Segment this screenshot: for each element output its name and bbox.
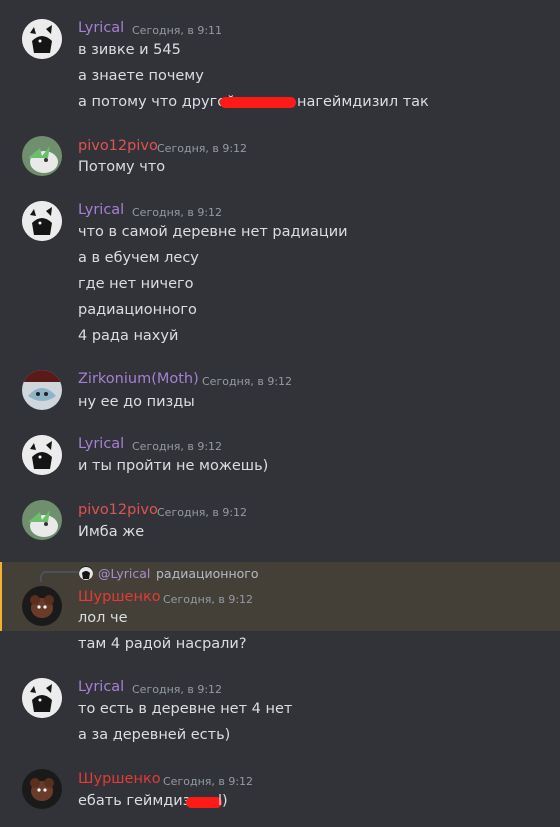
message-text: в зивке и 545: [78, 42, 181, 58]
message-text: а в ебучем лесу: [78, 250, 199, 266]
message-text: 4 рада нахуй: [78, 328, 179, 344]
author-name[interactable]: Lyrical: [78, 20, 124, 36]
timestamp: Сегодня, в 9:12: [132, 440, 223, 453]
author-name[interactable]: Lyrical: [78, 679, 124, 695]
author-name[interactable]: Шуршенко: [78, 589, 161, 605]
message-text: l): [218, 793, 228, 809]
message-text: а знаете почему: [78, 68, 204, 84]
message-text: ну ее до пизды: [78, 394, 195, 410]
reply-preview-text[interactable]: радиационного: [156, 566, 259, 581]
shurshenko-avatar[interactable]: [22, 586, 62, 626]
author-name[interactable]: Lyrical: [78, 436, 124, 452]
author-name[interactable]: Zirkonium(Moth): [78, 371, 199, 387]
timestamp: Сегодня, в 9:12: [132, 683, 223, 696]
redaction-mark: [186, 797, 222, 808]
message-text: что в самой деревне нет радиации: [78, 224, 348, 240]
message-text: лол че: [78, 610, 128, 626]
timestamp: Сегодня, в 9:11: [132, 24, 223, 37]
shurshenko-avatar[interactable]: [22, 769, 62, 809]
reply-avatar-icon: [79, 566, 93, 580]
message-text: там 4 радой насрали?: [78, 636, 247, 652]
author-name[interactable]: Lyrical: [78, 202, 124, 218]
timestamp: Сегодня, в 9:12: [157, 506, 248, 519]
pivo-avatar[interactable]: [22, 500, 62, 540]
lyrical-avatar[interactable]: [22, 19, 62, 59]
timestamp: Сегодня, в 9:12: [132, 206, 223, 219]
redaction-mark: [220, 97, 296, 108]
author-name[interactable]: Шуршенко: [78, 771, 161, 787]
author-name[interactable]: pivo12pivo: [78, 138, 158, 154]
reply-connector: [40, 571, 78, 582]
timestamp: Сегодня, в 9:12: [163, 593, 254, 606]
timestamp: Сегодня, в 9:12: [202, 375, 293, 388]
message-text: нагеймдизил так: [297, 94, 429, 110]
lyrical-avatar[interactable]: [22, 435, 62, 475]
timestamp: Сегодня, в 9:12: [163, 775, 254, 788]
lyrical-avatar[interactable]: [22, 201, 62, 241]
author-name[interactable]: pivo12pivo: [78, 502, 158, 518]
message-text: и ты пройти не можешь): [78, 458, 269, 474]
message-text: а за деревней есть): [78, 727, 231, 743]
message-text: где нет ничего: [78, 276, 194, 292]
message-text: ебать геймдиз: [78, 793, 191, 809]
message-text: радиационного: [78, 302, 197, 318]
lyrical-avatar[interactable]: [22, 678, 62, 718]
message-text: а потому что другой: [78, 94, 236, 110]
timestamp: Сегодня, в 9:12: [157, 142, 248, 155]
reply-mention[interactable]: @Lyrical: [98, 566, 150, 581]
message-text: Имба же: [78, 524, 145, 540]
message-text: Потому что: [78, 159, 166, 175]
message-text: то есть в деревне нет 4 нет: [78, 701, 293, 717]
zirkonium-avatar[interactable]: [22, 370, 62, 410]
pivo-avatar[interactable]: [22, 136, 62, 176]
